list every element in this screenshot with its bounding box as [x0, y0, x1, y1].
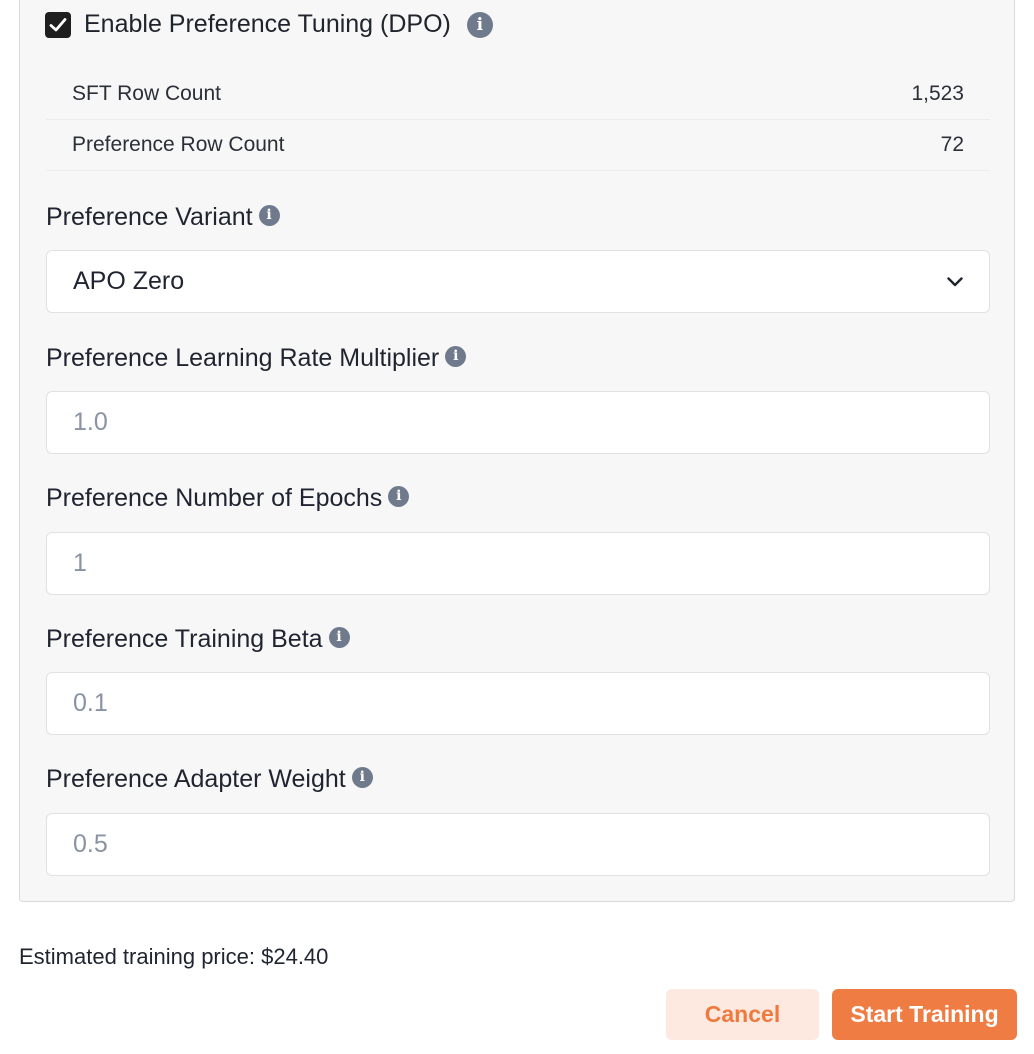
chevron-down-icon	[947, 276, 963, 286]
stat-label: SFT Row Count	[72, 81, 221, 105]
check-icon	[49, 17, 67, 31]
beta-label: Preference Training Beta i	[46, 625, 350, 654]
row-count-stats: SFT Row Count 1,523 Preference Row Count…	[46, 68, 990, 171]
stat-value: 1,523	[911, 81, 964, 105]
info-icon[interactable]: i	[466, 11, 493, 38]
learning-rate-input[interactable]: 1.0	[46, 391, 990, 454]
dpo-label[interactable]: Enable Preference Tuning (DPO)	[84, 10, 451, 39]
epochs-label: Preference Number of Epochs i	[46, 484, 410, 513]
stat-row-sft: SFT Row Count 1,523	[46, 68, 990, 120]
info-icon[interactable]: i	[351, 766, 373, 788]
dpo-toggle-row: Enable Preference Tuning (DPO) i	[45, 10, 493, 39]
stat-label: Preference Row Count	[72, 133, 285, 156]
info-icon[interactable]: i	[328, 626, 350, 648]
info-icon[interactable]: i	[388, 485, 410, 507]
preference-variant-select[interactable]: APO Zero	[46, 250, 990, 313]
preference-tuning-panel: Enable Preference Tuning (DPO) i SFT Row…	[19, 0, 1015, 902]
learning-rate-label: Preference Learning Rate Multiplier i	[46, 344, 467, 373]
beta-input[interactable]: 0.1	[46, 672, 990, 735]
epochs-input[interactable]: 1	[46, 532, 990, 595]
preference-variant-label: Preference Variant i	[46, 203, 280, 232]
dpo-checkbox[interactable]	[45, 11, 71, 38]
stat-value: 72	[940, 133, 964, 156]
adapter-weight-input[interactable]: 0.5	[46, 813, 990, 876]
stat-row-preference: Preference Row Count 72	[46, 120, 990, 171]
adapter-weight-label: Preference Adapter Weight i	[46, 765, 373, 794]
info-icon[interactable]: i	[445, 345, 467, 367]
estimated-price: Estimated training price: $24.40	[19, 944, 329, 969]
selected-value: APO Zero	[73, 267, 185, 295]
start-training-button[interactable]: Start Training	[832, 989, 1017, 1040]
cancel-button[interactable]: Cancel	[666, 989, 819, 1040]
info-icon[interactable]: i	[258, 204, 280, 226]
